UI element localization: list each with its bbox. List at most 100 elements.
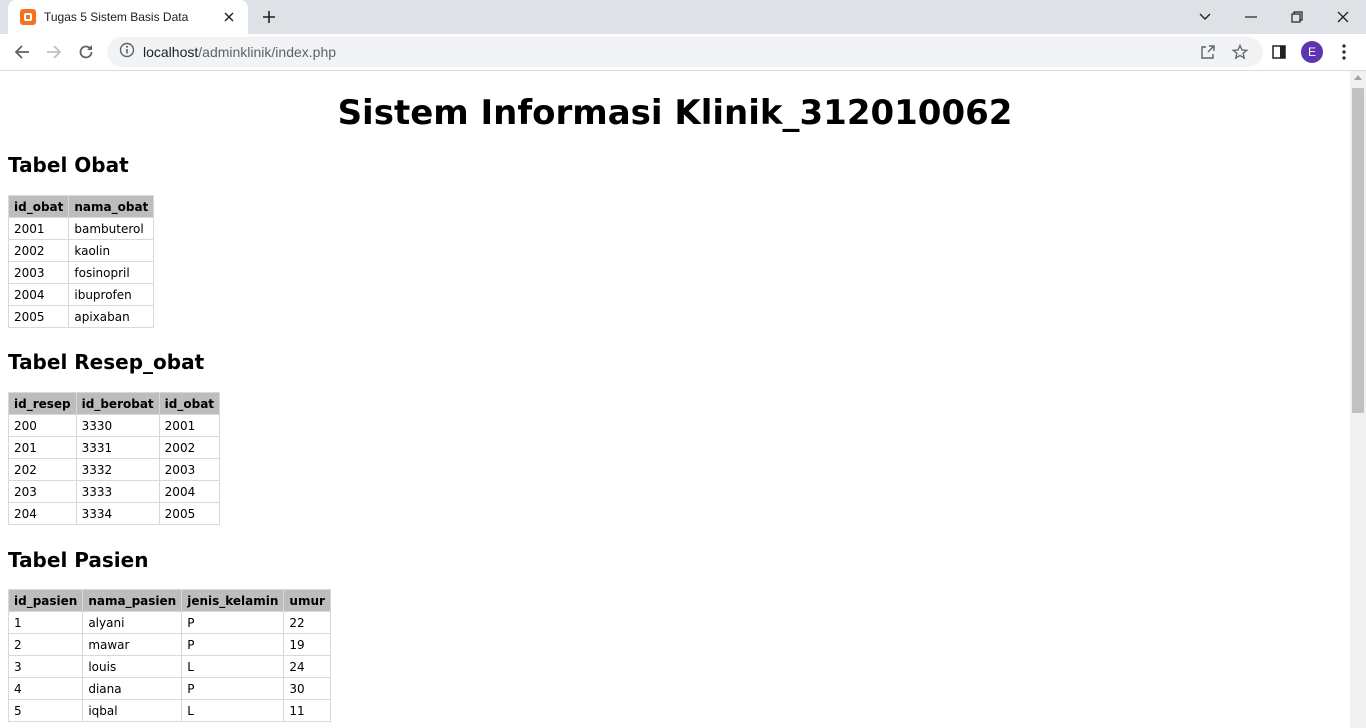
pasien-heading: Tabel Pasien	[8, 548, 149, 572]
table-cell: 201	[8, 436, 77, 459]
side-panel-icon[interactable]	[1267, 40, 1291, 64]
table-row: 2005 apixaban	[7, 305, 155, 328]
table-row: 203 3333 2004	[8, 480, 221, 503]
pasien-col-jenis-kelamin: jenis_kelamin	[181, 589, 285, 612]
bookmark-star-icon[interactable]	[1231, 43, 1249, 61]
resep-table: id_resep id_berobat id_obat 200 3330 2001 …	[8, 392, 221, 525]
table-cell: 3332	[75, 458, 160, 481]
table-cell: 2	[7, 633, 84, 656]
table-cell: 2003	[7, 261, 70, 284]
table-cell: 5	[7, 699, 84, 722]
table-cell: P	[181, 633, 285, 656]
table-row: 2003 fosinopril	[7, 261, 155, 284]
table-cell: 2004	[7, 283, 70, 306]
table-row: 2004 ibuprofen	[7, 283, 155, 306]
table-cell: L	[181, 699, 285, 722]
table-row: 201 3331 2002	[8, 436, 221, 459]
table-row: 3 louis L 24	[7, 655, 331, 678]
restore-icon[interactable]	[1284, 4, 1310, 30]
table-cell: 2001	[158, 414, 221, 437]
profile-avatar[interactable]: E	[1301, 41, 1323, 63]
table-cell: 4	[7, 677, 84, 700]
table-cell: 22	[283, 611, 331, 634]
table-cell: iqbal	[82, 699, 183, 722]
url-host: localhost	[143, 44, 199, 60]
table-cell: 3	[7, 655, 84, 678]
page-viewport: Sistem Informasi Klinik_312010062 Tabel …	[0, 71, 1350, 728]
table-cell: 2005	[7, 305, 70, 328]
reload-icon[interactable]	[74, 40, 98, 64]
pasien-col-id: id_pasien	[7, 589, 84, 612]
address-bar[interactable]: localhost/adminklinik/index.php	[107, 37, 1263, 67]
table-cell: L	[181, 655, 285, 678]
table-cell: bambuterol	[68, 217, 155, 240]
browser-tab[interactable]: Tugas 5 Sistem Basis Data	[8, 0, 248, 34]
resep-col-id-berobat: id_berobat	[75, 392, 160, 415]
tab-search-chevron-icon[interactable]	[1192, 4, 1218, 30]
scroll-up-arrow-icon[interactable]	[1354, 75, 1362, 80]
url-text[interactable]: localhost/adminklinik/index.php	[143, 44, 336, 60]
table-row: 200 3330 2001	[8, 414, 221, 437]
table-cell: alyani	[82, 611, 183, 634]
table-cell: P	[181, 611, 285, 634]
close-window-icon[interactable]	[1330, 4, 1356, 30]
table-cell: 204	[8, 502, 77, 525]
table-cell: ibuprofen	[68, 283, 155, 306]
site-info-icon[interactable]	[119, 42, 135, 62]
table-row: 5 iqbal L 11	[7, 699, 331, 722]
url-path: /adminklinik/index.php	[198, 44, 337, 60]
table-row: 2 mawar P 19	[7, 633, 331, 656]
table-cell: 3331	[75, 436, 160, 459]
new-tab-icon[interactable]	[257, 5, 281, 29]
table-cell: 203	[8, 480, 77, 503]
table-cell: 2001	[7, 217, 70, 240]
table-cell: 3334	[75, 502, 160, 525]
table-cell: diana	[82, 677, 183, 700]
table-row: 4 diana P 30	[7, 677, 331, 700]
back-arrow-icon[interactable]	[10, 40, 34, 64]
page-title: Sistem Informasi Klinik_312010062	[337, 93, 1013, 133]
table-cell: 200	[8, 414, 77, 437]
table-cell: kaolin	[68, 239, 155, 262]
table-cell: 3330	[75, 414, 160, 437]
table-cell: 3333	[75, 480, 160, 503]
close-tab-icon[interactable]	[220, 8, 238, 26]
table-cell: 11	[283, 699, 331, 722]
table-cell: 30	[283, 677, 331, 700]
tab-title: Tugas 5 Sistem Basis Data	[44, 10, 189, 24]
table-row: 2001 bambuterol	[7, 217, 155, 240]
table-cell: 2003	[158, 458, 221, 481]
obat-col-id: id_obat	[7, 195, 70, 218]
forward-arrow-icon[interactable]	[42, 40, 66, 64]
table-cell: 2004	[158, 480, 221, 503]
table-cell: 24	[283, 655, 331, 678]
pasien-col-nama: nama_pasien	[82, 589, 183, 612]
table-cell: 2002	[7, 239, 70, 262]
table-cell: fosinopril	[68, 261, 155, 284]
pasien-col-umur: umur	[283, 589, 331, 612]
table-cell: 1	[7, 611, 84, 634]
table-cell: louis	[82, 655, 183, 678]
pasien-table: id_pasien nama_pasien jenis_kelamin umur…	[7, 589, 331, 722]
table-row: 2002 kaolin	[7, 239, 155, 262]
table-cell: apixaban	[68, 305, 155, 328]
table-row: 202 3332 2003	[8, 458, 221, 481]
resep-col-id-resep: id_resep	[8, 392, 77, 415]
table-cell: 2002	[158, 436, 221, 459]
more-menu-icon[interactable]	[1332, 40, 1356, 64]
resep-heading: Tabel Resep_obat	[8, 350, 205, 374]
obat-col-nama: nama_obat	[68, 195, 155, 218]
resep-col-id-obat: id_obat	[158, 392, 221, 415]
table-row: 204 3334 2005	[8, 502, 221, 525]
obat-table: id_obat nama_obat 2001 bambuterol 2002 kao…	[7, 195, 155, 328]
table-cell: 19	[283, 633, 331, 656]
minimize-icon[interactable]	[1238, 4, 1264, 30]
share-icon[interactable]	[1199, 43, 1217, 61]
scrollbar-thumb[interactable]	[1352, 88, 1364, 413]
tab-strip: Tugas 5 Sistem Basis Data	[0, 0, 1366, 34]
table-row: 1 alyani P 22	[7, 611, 331, 634]
table-cell: 202	[8, 458, 77, 481]
vertical-scrollbar[interactable]	[1350, 71, 1366, 728]
browser-toolbar: localhost/adminklinik/index.php E	[0, 34, 1366, 71]
table-cell: 2005	[158, 502, 221, 525]
